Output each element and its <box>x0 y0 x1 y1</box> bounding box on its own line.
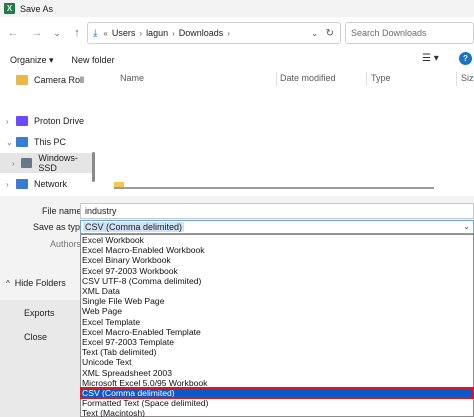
file-name-input[interactable]: industry <box>80 203 474 219</box>
file-type-option[interactable]: Excel Template <box>81 317 473 327</box>
file-type-option[interactable]: Formatted Text (Space delimited) <box>81 398 473 408</box>
file-type-option[interactable]: Text (Macintosh) <box>81 408 473 417</box>
proton-drive-icon <box>16 116 28 126</box>
column-header-date-modified[interactable]: Date modified <box>280 73 336 83</box>
chevron-right-icon[interactable]: › <box>6 117 16 126</box>
network-icon <box>16 179 28 189</box>
file-type-option[interactable]: Web Page <box>81 306 473 316</box>
new-folder-button[interactable]: New folder <box>72 55 115 65</box>
command-toolbar: Organize ▾ New folder ☰ ▾ ? <box>0 50 474 70</box>
file-name-label: File name: <box>42 206 85 216</box>
chevron-down-icon[interactable]: ⌄ <box>6 138 16 147</box>
horizontal-scrollbar[interactable] <box>114 187 434 189</box>
refresh-icon[interactable]: ↻ <box>326 28 334 39</box>
recent-locations-chevron-icon[interactable]: ⌄ <box>48 28 66 39</box>
file-type-option[interactable]: XML Spreadsheet 2003 <box>81 368 473 378</box>
excel-app-icon: X <box>4 3 15 14</box>
column-divider[interactable] <box>276 72 277 86</box>
file-type-option[interactable]: Excel Workbook <box>81 235 473 245</box>
address-bar[interactable]: ⤓ « Users › lagun › Downloads › ⌄ ↻ <box>87 22 341 44</box>
file-type-option[interactable]: Unicode Text <box>81 357 473 367</box>
backstage-exports[interactable]: Exports <box>24 308 55 318</box>
save-as-type-value: CSV (Comma delimited) <box>83 222 185 232</box>
chevron-up-icon: ^ <box>6 278 10 288</box>
file-type-option[interactable]: Microsoft Excel 5.0/95 Workbook <box>81 378 473 388</box>
file-type-option[interactable]: CSV UTF-8 (Comma delimited) <box>81 276 473 286</box>
chevron-right-icon: › <box>227 28 230 38</box>
sidebar-item-label: Camera Roll <box>34 75 85 85</box>
save-as-type-select[interactable]: CSV (Comma delimited) ⌄ <box>80 220 474 234</box>
sidebar-item-windows-ssd[interactable]: › Windows-SSD <box>0 153 92 173</box>
file-type-dropdown-list[interactable]: Excel Workbook Excel Macro-Enabled Workbo… <box>80 234 474 417</box>
chevron-right-icon: › <box>139 28 143 38</box>
file-list-pane: Name Date modified Type Size <box>100 70 474 196</box>
sidebar-item-proton-drive[interactable]: › Proton Drive <box>0 111 92 131</box>
file-type-option[interactable]: Text (Tab delimited) <box>81 347 473 357</box>
breadcrumb-downloads[interactable]: Downloads <box>179 28 224 38</box>
address-dropdown-icon[interactable]: ⌄ <box>311 29 318 38</box>
back-arrow-icon[interactable]: ← <box>4 27 22 39</box>
column-header-size[interactable]: Size <box>461 73 474 83</box>
file-type-option[interactable]: Excel 97-2003 Workbook <box>81 266 473 276</box>
column-divider[interactable] <box>366 72 367 86</box>
sidebar-item-label: Proton Drive <box>34 116 85 126</box>
folder-icon <box>16 75 28 85</box>
sidebar-item-camera-roll[interactable]: Camera Roll <box>0 70 92 90</box>
organize-button[interactable]: Organize ▾ <box>10 55 54 66</box>
download-icon: ⤓ <box>93 27 98 39</box>
drive-icon <box>21 158 33 168</box>
navigation-pane-scrollbar[interactable] <box>92 152 95 182</box>
chevron-right-icon[interactable]: › <box>12 159 21 168</box>
help-icon[interactable]: ? <box>459 52 472 65</box>
title-bar: X Save As <box>0 0 474 17</box>
column-header-name[interactable]: Name <box>120 73 144 83</box>
backstage-panel: Exports Close <box>0 298 80 417</box>
chevron-down-icon[interactable]: ⌄ <box>463 221 470 233</box>
sidebar-item-label: Windows-SSD <box>38 153 78 173</box>
window-title: Save As <box>20 3 54 14</box>
sidebar-item-network[interactable]: › Network <box>0 174 92 194</box>
sidebar-item-label: Network <box>34 179 68 189</box>
file-type-option[interactable]: Excel 97-2003 Template <box>81 337 473 347</box>
file-type-option[interactable]: Excel Macro-Enabled Workbook <box>81 245 473 255</box>
navigation-bar: ← → ⌄ ↑ ⤓ « Users › lagun › Downloads › … <box>0 20 474 46</box>
forward-arrow-icon[interactable]: → <box>28 27 46 39</box>
hide-folders-label: Hide Folders <box>14 278 66 288</box>
view-options-icon[interactable]: ☰ ▾ <box>422 53 439 64</box>
backstage-close[interactable]: Close <box>24 332 47 342</box>
file-type-option[interactable]: Excel Binary Workbook <box>81 255 473 265</box>
file-type-option[interactable]: XML Data <box>81 286 473 296</box>
file-type-option-selected[interactable]: CSV (Comma delimited) <box>80 386 474 400</box>
search-input[interactable]: Search Downloads <box>345 22 474 44</box>
file-type-option[interactable]: Excel Macro-Enabled Template <box>81 327 473 337</box>
sidebar-item-this-pc[interactable]: ⌄ This PC <box>0 132 92 152</box>
breadcrumb-users[interactable]: Users <box>112 28 136 38</box>
breadcrumb-overflow[interactable]: « <box>103 29 107 38</box>
sidebar-item-label: This PC <box>34 137 67 147</box>
column-header-type[interactable]: Type <box>371 73 391 83</box>
file-type-option[interactable]: Single File Web Page <box>81 296 473 306</box>
breadcrumb-lagun[interactable]: lagun <box>146 28 168 38</box>
column-divider[interactable] <box>456 72 457 86</box>
navigation-pane: Camera Roll › Proton Drive ⌄ This PC › W… <box>0 70 96 196</box>
hide-folders-button[interactable]: ^ Hide Folders <box>6 278 66 288</box>
computer-icon <box>16 137 28 147</box>
authors-label: Authors: <box>50 239 84 249</box>
up-arrow-icon[interactable]: ↑ <box>68 27 86 39</box>
chevron-right-icon[interactable]: › <box>6 180 16 189</box>
chevron-right-icon: › <box>172 28 175 38</box>
